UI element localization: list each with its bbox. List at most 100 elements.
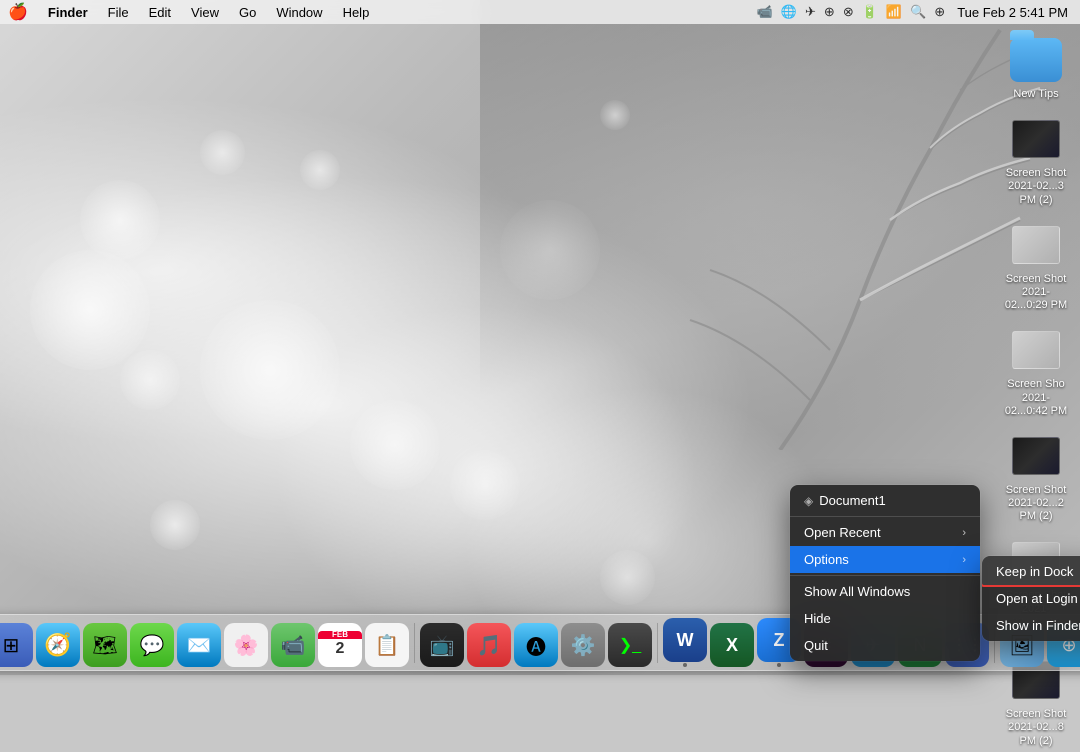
- open-at-login-item[interactable]: Open at Login: [982, 585, 1080, 612]
- context-menu-title: Document1: [819, 493, 885, 508]
- bokeh-2: [80, 180, 160, 260]
- menubar: 🍎 Finder File Edit View Go Window Help 📹…: [0, 0, 1080, 24]
- screenshot-3-label: Screen Sho2021-02...0:42 PM: [1004, 378, 1068, 418]
- appletv-dock-icon: 📺: [420, 623, 464, 667]
- options-submenu: Keep in Dock Open at Login Show in Finde…: [982, 556, 1080, 641]
- dock-appstore[interactable]: 🅐: [514, 623, 558, 667]
- screenshot-1-image: [1012, 120, 1060, 158]
- open-recent-arrow: ›: [962, 527, 966, 539]
- help-menu[interactable]: Help: [339, 5, 374, 20]
- screenshot-1-icon[interactable]: Screen Shot2021-02...3 PM (2): [1000, 109, 1072, 211]
- menubar-left: 🍎 Finder File Edit View Go Window Help: [8, 2, 373, 22]
- dock-reminders[interactable]: 📋: [365, 623, 409, 667]
- bokeh-1: [30, 250, 150, 370]
- app-name[interactable]: Finder: [44, 5, 92, 20]
- show-in-finder-item[interactable]: Show in Finder: [982, 612, 1080, 641]
- edit-menu[interactable]: Edit: [145, 5, 175, 20]
- dock-separator-2: [657, 623, 658, 663]
- wifi2-icon[interactable]: 📶: [886, 4, 902, 20]
- quit-label: Quit: [804, 638, 828, 653]
- bokeh-4: [200, 300, 340, 440]
- screenshot-3-icon[interactable]: Screen Sho2021-02...0:42 PM: [1000, 320, 1072, 422]
- bokeh-11: [600, 550, 655, 605]
- dock-word[interactable]: W: [663, 618, 707, 667]
- mail-dock-icon: ✉️: [177, 623, 221, 667]
- safari-dock-icon: 🧭: [36, 623, 80, 667]
- options-item[interactable]: Options › Keep in Dock Open at Login Sho…: [790, 546, 980, 573]
- show-in-finder-label: Show in Finder: [996, 618, 1080, 633]
- new-tips-label: New Tips: [1013, 88, 1058, 101]
- bokeh-8: [450, 450, 520, 520]
- context-menu-header-icon: ◈: [804, 494, 813, 508]
- reminders-dock-icon: 📋: [365, 623, 409, 667]
- screenshot-4-icon[interactable]: Screen Shot2021-02...2 PM (2): [1000, 426, 1072, 528]
- bokeh-3: [120, 350, 180, 410]
- calendar-dock-icon: FEB 2: [318, 623, 362, 667]
- open-recent-item[interactable]: Open Recent ›: [790, 519, 980, 546]
- weibo-icon[interactable]: 🌐: [781, 4, 797, 20]
- dock-appletv[interactable]: 📺: [420, 623, 464, 667]
- screenshot-4-thumb: [1010, 430, 1062, 482]
- show-all-windows-item[interactable]: Show All Windows: [790, 578, 980, 605]
- battery-icon[interactable]: 🔋: [862, 4, 878, 20]
- context-menu-header: ◈ Document1: [790, 485, 980, 514]
- hide-label: Hide: [804, 611, 831, 626]
- bokeh-7: [150, 500, 200, 550]
- dock-music[interactable]: 🎵: [467, 623, 511, 667]
- bluetooth-icon[interactable]: ⊗: [843, 4, 854, 20]
- screenshot-4-label: Screen Shot2021-02...2 PM (2): [1004, 484, 1068, 524]
- open-at-login-label: Open at Login: [996, 591, 1078, 606]
- bokeh-6: [350, 400, 440, 490]
- open-recent-label: Open Recent: [804, 525, 881, 540]
- context-menu: ◈ Document1 Open Recent › Options › Keep…: [790, 485, 980, 661]
- dock-launchpad[interactable]: ⊞: [0, 623, 33, 667]
- photos-dock-icon: 🌸: [224, 623, 268, 667]
- file-menu[interactable]: File: [104, 5, 133, 20]
- zoom-dot: [777, 663, 781, 667]
- bokeh-12: [200, 130, 245, 175]
- dock-systemprefs[interactable]: ⚙️: [561, 623, 605, 667]
- context-menu-divider-2: [790, 575, 980, 576]
- screenshot-3-thumb: [1010, 324, 1062, 376]
- new-tips-icon[interactable]: New Tips: [1000, 30, 1072, 105]
- apple-menu[interactable]: 🍎: [8, 2, 28, 22]
- screenshot-6-label: Screen Shot2021-02...8 PM (2): [1004, 708, 1068, 748]
- dock-photos[interactable]: 🌸: [224, 623, 268, 667]
- systemprefs-dock-icon: ⚙️: [561, 623, 605, 667]
- dock-facetime[interactable]: 📹: [271, 623, 315, 667]
- control-center-icon[interactable]: ⊕: [934, 4, 945, 20]
- screenshot-2-image: [1012, 226, 1060, 264]
- search-icon[interactable]: 🔍: [910, 4, 926, 20]
- show-all-windows-label: Show All Windows: [804, 584, 910, 599]
- quit-item[interactable]: Quit: [790, 632, 980, 661]
- dock-mail[interactable]: ✉️: [177, 623, 221, 667]
- transmit-icon[interactable]: ✈: [805, 4, 816, 20]
- go-menu[interactable]: Go: [235, 5, 260, 20]
- dock-calendar[interactable]: FEB 2: [318, 623, 362, 667]
- meet-icon[interactable]: 📹: [757, 4, 773, 20]
- screenshot-1-thumb: [1010, 113, 1062, 165]
- dock-messages[interactable]: 💬: [130, 623, 174, 667]
- dock-maps[interactable]: 🗺: [83, 623, 127, 667]
- messages-dock-icon: 💬: [130, 623, 174, 667]
- keep-in-dock-item[interactable]: Keep in Dock: [982, 556, 1080, 585]
- bokeh-5: [300, 150, 340, 190]
- window-menu[interactable]: Window: [272, 5, 326, 20]
- dock-excel[interactable]: X: [710, 623, 754, 667]
- bokeh-10: [600, 100, 630, 130]
- screenshot-2-thumb: [1010, 219, 1062, 271]
- clock: Tue Feb 2 5:41 PM: [953, 5, 1072, 20]
- dock-separator-1: [414, 623, 415, 663]
- view-menu[interactable]: View: [187, 5, 223, 20]
- screenshot-2-icon[interactable]: Screen Shot2021-02...0:29 PM: [1000, 215, 1072, 317]
- launchpad-dock-icon: ⊞: [0, 623, 33, 667]
- wifi-icon[interactable]: ⊕: [824, 4, 835, 20]
- music-dock-icon: 🎵: [467, 623, 511, 667]
- dock-safari[interactable]: 🧭: [36, 623, 80, 667]
- dock-iterm[interactable]: ❯_: [608, 623, 652, 667]
- screenshot-2-label: Screen Shot2021-02...0:29 PM: [1004, 273, 1068, 313]
- bokeh-9: [500, 200, 600, 300]
- word-dock-icon: W: [663, 618, 707, 662]
- hide-item[interactable]: Hide: [790, 605, 980, 632]
- options-arrow: ›: [962, 554, 966, 566]
